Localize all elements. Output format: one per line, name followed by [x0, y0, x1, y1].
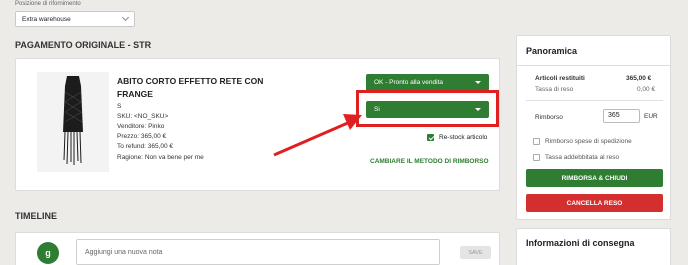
charged-fee-label: Tassa addebbitata al reso: [545, 154, 620, 161]
returned-items-value: 365,00 €: [626, 75, 652, 82]
note-placeholder: Aggiungi una nuova nota: [85, 249, 163, 256]
charged-fee-row[interactable]: Tassa addebbitata al reso: [533, 154, 619, 161]
save-button[interactable]: SAVE: [460, 246, 491, 259]
overview-title: Panoramica: [526, 46, 578, 56]
timeline-title: TIMELINE: [15, 211, 57, 221]
cancel-return-button[interactable]: CANCELLA RESO: [526, 194, 663, 212]
shipping-refund-row[interactable]: Rimborso spese di spedizione: [533, 138, 632, 145]
charged-fee-checkbox[interactable]: [533, 154, 540, 161]
shipping-refund-checkbox[interactable]: [533, 138, 540, 145]
refund-amount-input[interactable]: 365: [603, 109, 640, 123]
overview-divider-2: [526, 100, 663, 101]
refund-label: Rimborso: [535, 114, 563, 121]
return-fee-value: 0,00 €: [637, 86, 656, 93]
refund-currency: EUR: [644, 113, 658, 120]
refund-close-button[interactable]: RIMBORSA & CHIUDI: [526, 169, 663, 187]
returned-items-label: Articoli restituiti: [535, 75, 585, 82]
note-input[interactable]: Aggiungi una nuova nota: [76, 239, 440, 265]
return-fee-label: Tassa di reso: [535, 86, 574, 93]
delivery-title: Informazioni di consegna: [526, 238, 635, 248]
overview-panel: [516, 35, 671, 220]
overview-divider: [516, 65, 671, 66]
shipping-refund-label: Rimborso spese di spedizione: [545, 138, 632, 145]
avatar: g: [37, 242, 59, 264]
